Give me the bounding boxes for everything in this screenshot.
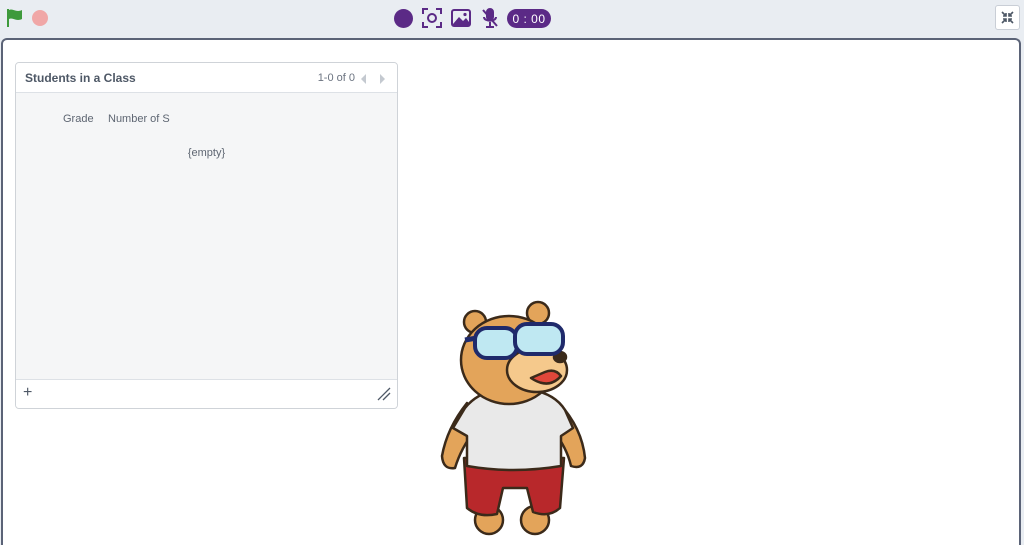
add-item-button[interactable]: + <box>23 385 32 401</box>
resize-handle-icon[interactable] <box>377 387 391 401</box>
image-icon[interactable] <box>450 7 472 29</box>
stop-icon[interactable] <box>31 9 49 27</box>
empty-placeholder: {empty} <box>187 147 226 159</box>
green-flag-icon[interactable] <box>5 8 25 28</box>
previous-page-icon[interactable] <box>359 72 369 84</box>
list-monitor[interactable]: Students in a Class 1-0 of 0 Grade Numbe… <box>15 62 398 409</box>
bear-sprite[interactable] <box>437 298 589 541</box>
column-header-grade: Grade <box>63 113 94 125</box>
stage[interactable]: Students in a Class 1-0 of 0 Grade Numbe… <box>1 38 1021 545</box>
next-page-icon[interactable] <box>377 72 387 84</box>
list-header: Students in a Class 1-0 of 0 <box>16 63 397 93</box>
timer-display: 0 : 00 <box>507 9 551 28</box>
list-pager: 1-0 of 0 <box>317 72 355 84</box>
microphone-off-icon[interactable] <box>480 7 500 29</box>
stage-toolbar: 0 : 00 <box>0 0 1024 37</box>
camera-icon[interactable] <box>421 7 443 29</box>
list-title: Students in a Class <box>25 71 136 85</box>
column-header-number: Number of S <box>108 113 170 125</box>
list-footer: + <box>16 379 397 408</box>
record-icon[interactable] <box>393 8 414 29</box>
shrink-icon[interactable] <box>995 5 1020 30</box>
